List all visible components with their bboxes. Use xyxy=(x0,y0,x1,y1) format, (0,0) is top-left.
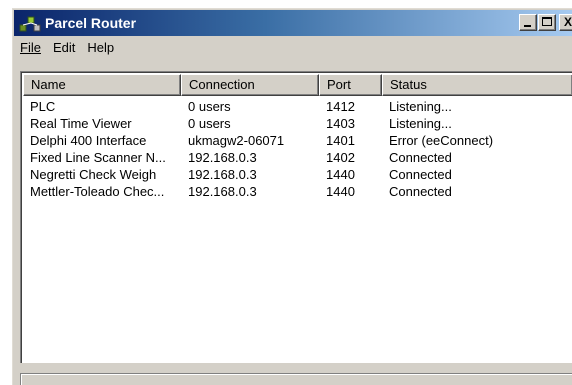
cell-connection: ukmagw2-06071 xyxy=(188,133,285,148)
maximize-button[interactable] xyxy=(538,14,556,31)
list-item[interactable]: Mettler-Toleado Chec... 192.168.0.3 1440… xyxy=(23,183,572,200)
connections-list[interactable]: Name Connection Port Status PLC 0 users … xyxy=(20,71,572,363)
parcel-router-window: Parcel Router X File Edit Help Name Conn… xyxy=(12,8,572,385)
list-rows: PLC 0 users 1412 Listening... Real Time … xyxy=(23,98,572,200)
cell-status: Error (eeConnect) xyxy=(389,133,494,148)
column-header-port[interactable]: Port xyxy=(319,74,382,96)
column-header-status[interactable]: Status xyxy=(382,74,572,96)
status-bar xyxy=(20,373,572,385)
column-header-name[interactable]: Name xyxy=(23,74,181,96)
cell-status: Listening... xyxy=(389,99,452,114)
cell-name: Mettler-Toleado Chec... xyxy=(30,184,165,199)
list-item[interactable]: Fixed Line Scanner N... 192.168.0.3 1402… xyxy=(23,149,572,166)
list-item[interactable]: PLC 0 users 1412 Listening... xyxy=(23,98,572,115)
maximize-icon xyxy=(542,17,552,26)
cell-connection: 192.168.0.3 xyxy=(188,167,257,182)
cell-port: 1440 xyxy=(326,167,355,182)
list-item[interactable]: Delphi 400 Interface ukmagw2-06071 1401 … xyxy=(23,132,572,149)
cell-status: Listening... xyxy=(389,116,452,131)
cell-connection: 0 users xyxy=(188,116,231,131)
close-button[interactable]: X xyxy=(559,14,572,31)
column-header-connection[interactable]: Connection xyxy=(181,74,319,96)
cell-port: 1412 xyxy=(326,99,355,114)
cell-status: Connected xyxy=(389,184,452,199)
cell-port: 1402 xyxy=(326,150,355,165)
cell-status: Connected xyxy=(389,167,452,182)
list-item[interactable]: Negretti Check Weigh 192.168.0.3 1440 Co… xyxy=(23,166,572,183)
cell-port: 1403 xyxy=(326,116,355,131)
cell-name: PLC xyxy=(30,99,56,114)
window-title: Parcel Router xyxy=(45,15,137,31)
minimize-icon xyxy=(524,25,531,27)
cell-name: Negretti Check Weigh xyxy=(30,167,157,182)
close-icon: X xyxy=(563,15,572,29)
menu-help[interactable]: Help xyxy=(81,38,120,58)
minimize-button[interactable] xyxy=(519,14,537,31)
cell-connection: 192.168.0.3 xyxy=(188,184,257,199)
menu-edit[interactable]: Edit xyxy=(47,38,81,58)
list-header: Name Connection Port Status xyxy=(23,74,572,96)
cell-status: Connected xyxy=(389,150,452,165)
menu-edit-label: Edit xyxy=(52,40,76,55)
menu-bar: File Edit Help xyxy=(14,37,572,59)
cell-port: 1401 xyxy=(326,133,355,148)
menu-help-label: Help xyxy=(87,40,115,55)
list-item[interactable]: Real Time Viewer 0 users 1403 Listening.… xyxy=(23,115,572,132)
cell-connection: 0 users xyxy=(188,99,231,114)
cell-port: 1440 xyxy=(326,184,355,199)
title-bar[interactable]: Parcel Router X xyxy=(14,10,572,36)
cell-name: Fixed Line Scanner N... xyxy=(30,150,166,165)
router-icon xyxy=(19,14,41,33)
cell-connection: 192.168.0.3 xyxy=(188,150,257,165)
menu-file[interactable]: File xyxy=(14,38,47,58)
cell-name: Real Time Viewer xyxy=(30,116,132,131)
menu-file-label: File xyxy=(20,40,41,55)
cell-name: Delphi 400 Interface xyxy=(30,133,147,148)
